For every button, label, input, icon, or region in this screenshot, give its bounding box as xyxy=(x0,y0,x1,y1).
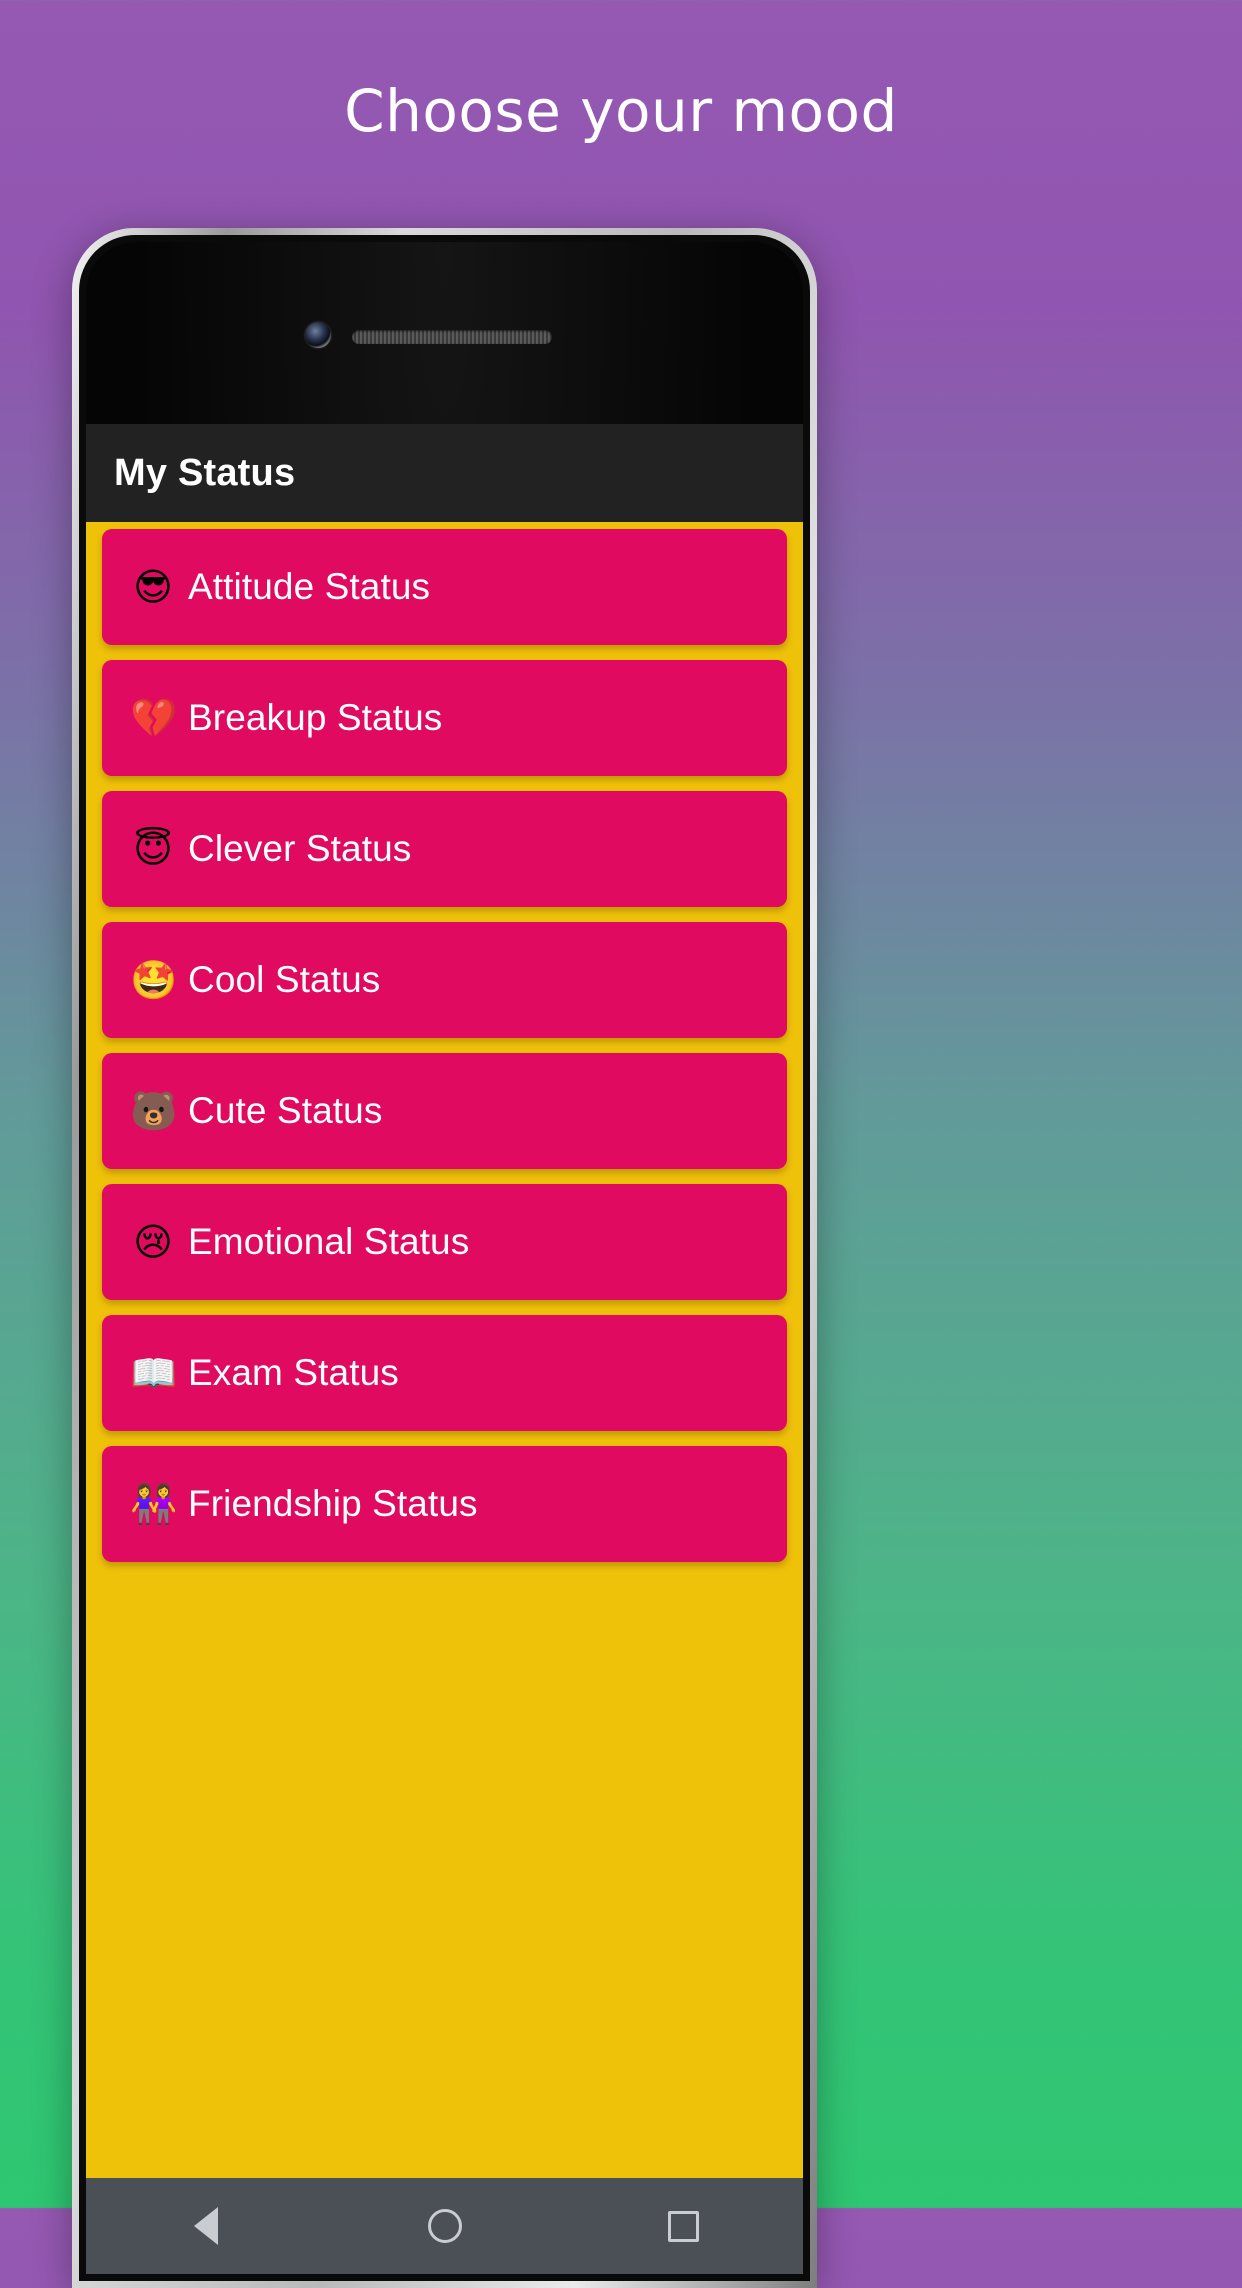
list-item[interactable]: 📖 Exam Status xyxy=(102,1315,787,1431)
bear-face-icon: 🐻 xyxy=(130,1089,178,1133)
list-item-label: Cool Status xyxy=(188,959,381,1000)
open-book-icon: 📖 xyxy=(130,1351,178,1395)
list-item[interactable]: 🤩 Cool Status xyxy=(102,922,787,1038)
phone-screen: My Status 😎 Attitude Status 💔 Breakup St… xyxy=(86,424,803,2274)
list-item-label: Friendship Status xyxy=(188,1483,478,1524)
list-item[interactable]: 😎 Attitude Status xyxy=(102,529,787,645)
list-item-label: Clever Status xyxy=(188,828,412,869)
phone-bezel: My Status 😎 Attitude Status 💔 Breakup St… xyxy=(86,242,803,2274)
phone-device-frame: My Status 😎 Attitude Status 💔 Breakup St… xyxy=(72,228,817,2288)
nav-home-button[interactable] xyxy=(385,2178,505,2274)
nav-recents-button[interactable] xyxy=(624,2178,744,2274)
list-item[interactable]: 😢 Emotional Status xyxy=(102,1184,787,1300)
list-item-label: Attitude Status xyxy=(188,566,431,607)
list-item-label: Cute Status xyxy=(188,1090,383,1131)
phone-bezel-outer: My Status 😎 Attitude Status 💔 Breakup St… xyxy=(79,235,810,2281)
earpiece-speaker-icon xyxy=(352,330,552,344)
recents-icon xyxy=(668,2210,699,2242)
status-category-list[interactable]: 😎 Attitude Status 💔 Breakup Status 😇 Cle… xyxy=(86,522,803,2178)
list-item[interactable]: 👭 Friendship Status xyxy=(102,1446,787,1562)
two-women-holding-hands-icon: 👭 xyxy=(130,1482,178,1526)
android-navigation-bar xyxy=(86,2178,803,2274)
home-icon xyxy=(427,2209,462,2243)
nav-back-button[interactable] xyxy=(146,2178,266,2274)
list-item[interactable]: 😇 Clever Status xyxy=(102,791,787,907)
crying-face-icon: 😢 xyxy=(133,1220,173,1264)
app-bar: My Status xyxy=(86,424,803,522)
back-icon xyxy=(193,2207,218,2245)
broken-heart-icon: 💔 xyxy=(130,696,178,740)
list-item-label: Emotional Status xyxy=(188,1221,470,1262)
smiling-face-with-sunglasses-icon: 😎 xyxy=(133,565,173,609)
list-item-label: Exam Status xyxy=(188,1352,399,1393)
list-item-label: Breakup Status xyxy=(188,697,443,738)
app-bar-title: My Status xyxy=(114,451,296,494)
list-item[interactable]: 💔 Breakup Status xyxy=(102,660,787,776)
page-title: Choose your mood xyxy=(344,77,898,145)
front-camera-icon xyxy=(305,322,331,348)
list-item[interactable]: 🐻 Cute Status xyxy=(102,1053,787,1169)
star-struck-icon: 🤩 xyxy=(130,958,178,1002)
smiling-face-with-halo-icon: 😇 xyxy=(133,827,173,871)
